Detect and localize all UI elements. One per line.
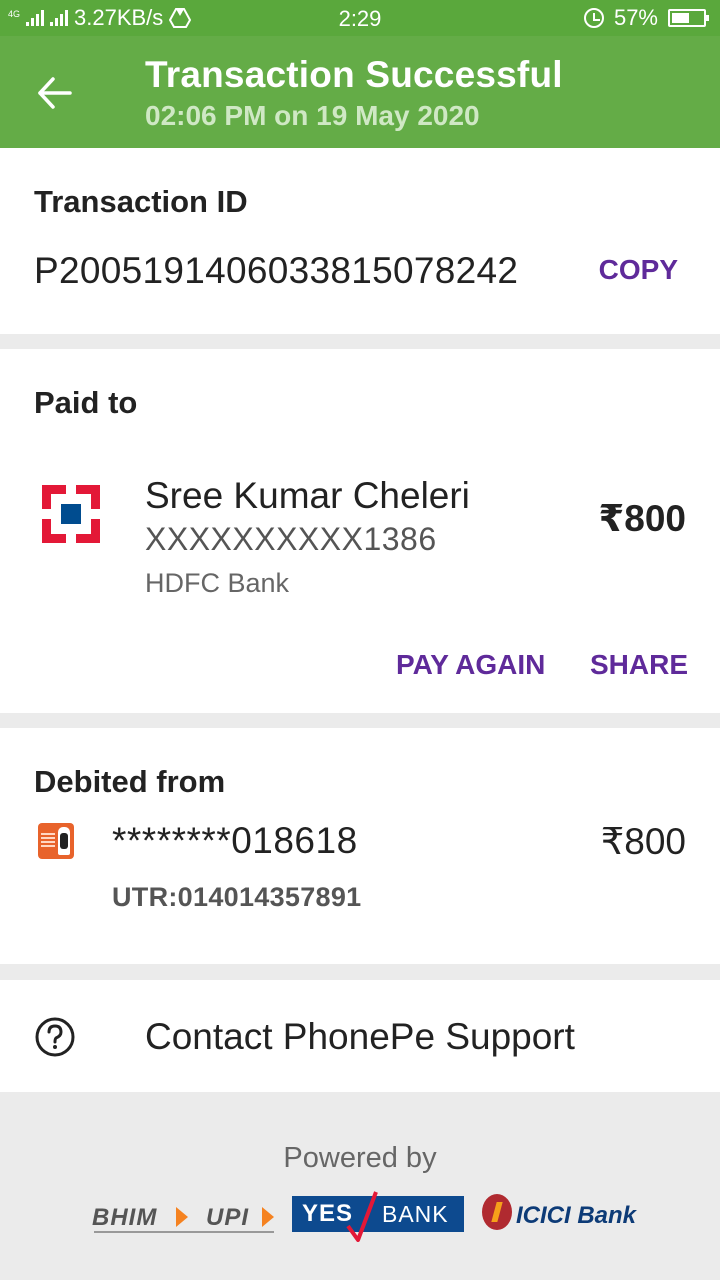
bhim-upi-logo: BHIM UPI	[92, 1200, 282, 1240]
share-button[interactable]: SHARE	[590, 649, 688, 681]
paid-to-card: Paid to Sree Kumar Cheleri XXXXXXXXXX138…	[0, 349, 720, 713]
alarm-icon	[583, 8, 604, 28]
app-bar: Transaction Successful 02:06 PM on 19 Ma…	[0, 36, 720, 148]
contact-support-row[interactable]: Contact PhonePe Support	[0, 980, 720, 1092]
icici-text: ICICI Bank	[516, 1202, 637, 1229]
status-bar: 4G 3.27KB/s 2:29 57%	[0, 0, 720, 36]
utr-number: UTR:014014357891	[112, 882, 362, 912]
pay-again-button[interactable]: PAY AGAIN	[396, 649, 545, 681]
help-circle-icon	[35, 1017, 75, 1057]
transaction-id-value: P2005191406033815078242	[34, 250, 519, 291]
page-title: Transaction Successful	[145, 54, 563, 95]
yes-tick-icon	[346, 1191, 378, 1242]
hdfc-bank-logo	[42, 485, 100, 543]
debit-account: ********018618	[112, 820, 358, 861]
battery-percent: 57%	[613, 5, 658, 30]
icici-bank-logo: ICICI Bank	[482, 1194, 658, 1234]
powered-by-label: Powered by	[283, 1142, 437, 1174]
paid-to-label: Paid to	[34, 385, 138, 420]
back-arrow-icon[interactable]	[36, 74, 74, 112]
yes-bank-logo: YES BANK	[292, 1191, 464, 1242]
upi-text: UPI	[206, 1204, 250, 1231]
contact-support-label: Contact PhonePe Support	[145, 1016, 575, 1057]
debit-amount: ₹800	[600, 821, 686, 862]
transaction-id-card: Transaction ID P2005191406033815078242 C…	[0, 148, 720, 334]
partner-logos: BHIM UPI YES BANK ICICI Bank	[0, 1188, 720, 1248]
debited-from-label: Debited from	[34, 764, 226, 799]
paid-amount: ₹800	[598, 498, 686, 539]
debited-from-card: Debited from ********018618 ₹800 UTR:014…	[0, 728, 720, 964]
payee-account: XXXXXXXXXX1386	[145, 521, 437, 557]
copy-button[interactable]: COPY	[599, 254, 678, 286]
payee-bank: HDFC Bank	[145, 568, 290, 598]
battery-icon	[668, 9, 709, 27]
payee-name: Sree Kumar Cheleri	[145, 475, 470, 516]
bank-logo	[38, 823, 74, 859]
transaction-timestamp: 02:06 PM on 19 May 2020	[145, 100, 480, 131]
transaction-id-label: Transaction ID	[34, 184, 248, 219]
yes-bank-text: BANK	[382, 1201, 449, 1227]
status-right: 57%	[583, 5, 709, 31]
bhim-text: BHIM	[92, 1204, 158, 1231]
